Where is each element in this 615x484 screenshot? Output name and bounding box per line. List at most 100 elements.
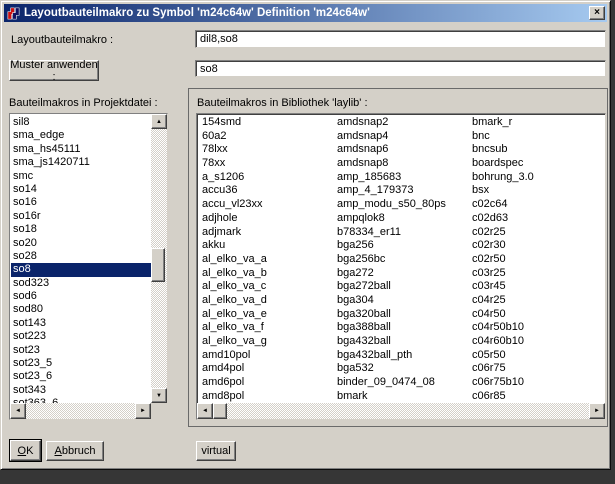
project-horizontal-scrollbar[interactable]: ◄ ► [10, 403, 151, 419]
list-item[interactable]: amd8pol [200, 390, 335, 403]
list-item[interactable]: bohrung_3.0 [470, 171, 605, 185]
list-item[interactable]: sma_edge [11, 129, 151, 142]
list-item[interactable]: c06r75b10 [470, 376, 605, 390]
apply-pattern-button[interactable]: Muster anwenden : [9, 60, 99, 81]
project-vscroll-track[interactable] [151, 129, 167, 388]
list-item[interactable]: al_elko_va_g [200, 335, 335, 349]
list-item[interactable]: adjhole [200, 212, 335, 226]
list-item[interactable]: al_elko_va_c [200, 280, 335, 294]
list-item[interactable]: a_s1206 [200, 171, 335, 185]
list-item[interactable]: bga320ball [335, 308, 470, 322]
list-item[interactable]: so14 [11, 183, 151, 196]
list-item[interactable]: 154smd [200, 116, 335, 130]
list-item[interactable]: amdsnap4 [335, 130, 470, 144]
list-item[interactable]: sma_hs45111 [11, 143, 151, 156]
list-item[interactable]: sot343 [11, 384, 151, 397]
list-item[interactable]: al_elko_va_b [200, 267, 335, 281]
list-item[interactable]: al_elko_va_d [200, 294, 335, 308]
library-hscroll-track[interactable] [227, 403, 589, 419]
list-item[interactable]: sot23 [11, 344, 151, 357]
list-item[interactable]: amdsnap2 [335, 116, 470, 130]
project-hscroll-track[interactable] [26, 403, 135, 419]
list-item[interactable]: sod323 [11, 277, 151, 290]
list-item[interactable]: bmark_r [470, 116, 605, 130]
list-item[interactable]: 78lxx [200, 143, 335, 157]
scroll-left-icon[interactable]: ◄ [197, 403, 213, 419]
list-item[interactable]: bga388ball [335, 321, 470, 335]
list-item[interactable]: sod80 [11, 303, 151, 316]
list-item[interactable]: c04r60b10 [470, 335, 605, 349]
close-icon[interactable]: × [589, 6, 605, 20]
list-item[interactable]: smc [11, 170, 151, 183]
library-column-3[interactable]: bmark_rbncbncsubboardspecbohrung_3.0bsxc… [470, 116, 605, 403]
project-vscroll-thumb[interactable] [151, 248, 165, 282]
list-item[interactable]: al_elko_va_e [200, 308, 335, 322]
list-item[interactable]: 78xx [200, 157, 335, 171]
list-item[interactable]: bncsub [470, 143, 605, 157]
list-item[interactable]: bsx [470, 184, 605, 198]
list-item[interactable]: bga304 [335, 294, 470, 308]
list-item[interactable]: c04r50b10 [470, 321, 605, 335]
scroll-down-icon[interactable]: ▼ [151, 388, 167, 403]
list-item[interactable]: c02c64 [470, 198, 605, 212]
list-item[interactable]: al_elko_va_a [200, 253, 335, 267]
list-item[interactable]: 60a2 [200, 130, 335, 144]
scroll-right-icon[interactable]: ► [589, 403, 605, 419]
list-item[interactable]: c04r50 [470, 308, 605, 322]
project-macro-list[interactable]: sil8sma_edgesma_hs45111sma_js1420711smcs… [10, 114, 151, 403]
ok-button[interactable]: OK [10, 440, 41, 461]
library-macro-list[interactable]: 154smd60a278lxx78xxa_s1206accu36accu_vl2… [197, 114, 605, 403]
list-item[interactable]: ampqlok8 [335, 212, 470, 226]
library-column-2[interactable]: amdsnap2amdsnap4amdsnap6amdsnap8amp_1856… [335, 116, 470, 403]
list-item[interactable]: accu36 [200, 184, 335, 198]
list-item[interactable]: c04r25 [470, 294, 605, 308]
list-item[interactable]: amdsnap8 [335, 157, 470, 171]
cancel-button[interactable]: Abbruch [46, 441, 104, 461]
list-item[interactable]: sod6 [11, 290, 151, 303]
list-item[interactable]: c02r50 [470, 253, 605, 267]
scroll-left-icon[interactable]: ◄ [10, 403, 26, 419]
list-item[interactable]: sot223 [11, 330, 151, 343]
list-item[interactable]: bga272ball [335, 280, 470, 294]
list-item[interactable]: amp_4_179373 [335, 184, 470, 198]
list-item[interactable]: so8 [11, 263, 151, 276]
list-item[interactable]: adjmark [200, 226, 335, 240]
list-item[interactable]: bga272 [335, 267, 470, 281]
list-item[interactable]: sot23_5 [11, 357, 151, 370]
list-item[interactable]: so16r [11, 210, 151, 223]
list-item[interactable]: amd6pol [200, 376, 335, 390]
virtual-button[interactable]: virtual [196, 441, 236, 461]
list-item[interactable]: bmark [335, 390, 470, 403]
list-item[interactable]: akku [200, 239, 335, 253]
list-item[interactable]: bga256 [335, 239, 470, 253]
list-item[interactable]: so20 [11, 237, 151, 250]
list-item[interactable]: c03r45 [470, 280, 605, 294]
list-item[interactable]: bnc [470, 130, 605, 144]
list-item[interactable]: so28 [11, 250, 151, 263]
list-item[interactable]: bga432ball [335, 335, 470, 349]
library-column-1[interactable]: 154smd60a278lxx78xxa_s1206accu36accu_vl2… [200, 116, 335, 403]
list-item[interactable]: c02r30 [470, 239, 605, 253]
list-item[interactable]: c02d63 [470, 212, 605, 226]
list-item[interactable]: bga532 [335, 362, 470, 376]
list-item[interactable]: accu_vl23xx [200, 198, 335, 212]
list-item[interactable]: so16 [11, 196, 151, 209]
list-item[interactable]: boardspec [470, 157, 605, 171]
list-item[interactable]: amd10pol [200, 349, 335, 363]
list-item[interactable]: bga256bc [335, 253, 470, 267]
list-item[interactable]: sma_js1420711 [11, 156, 151, 169]
list-item[interactable]: amd4pol [200, 362, 335, 376]
pattern-input[interactable] [195, 60, 606, 77]
library-hscroll-thumb[interactable] [213, 403, 227, 419]
list-item[interactable]: bga432ball_pth [335, 349, 470, 363]
list-item[interactable]: sot143 [11, 317, 151, 330]
titlebar[interactable]: Layoutbauteilmakro zu Symbol 'm24c64w' D… [4, 4, 607, 22]
list-item[interactable]: c05r50 [470, 349, 605, 363]
list-item[interactable]: amp_modu_s50_80ps [335, 198, 470, 212]
list-item[interactable]: sil8 [11, 116, 151, 129]
list-item[interactable]: c06r85 [470, 390, 605, 403]
list-item[interactable]: c06r75 [470, 362, 605, 376]
list-item[interactable]: amp_185683 [335, 171, 470, 185]
list-item[interactable]: amdsnap6 [335, 143, 470, 157]
project-vertical-scrollbar[interactable]: ▲ ▼ [151, 114, 167, 403]
